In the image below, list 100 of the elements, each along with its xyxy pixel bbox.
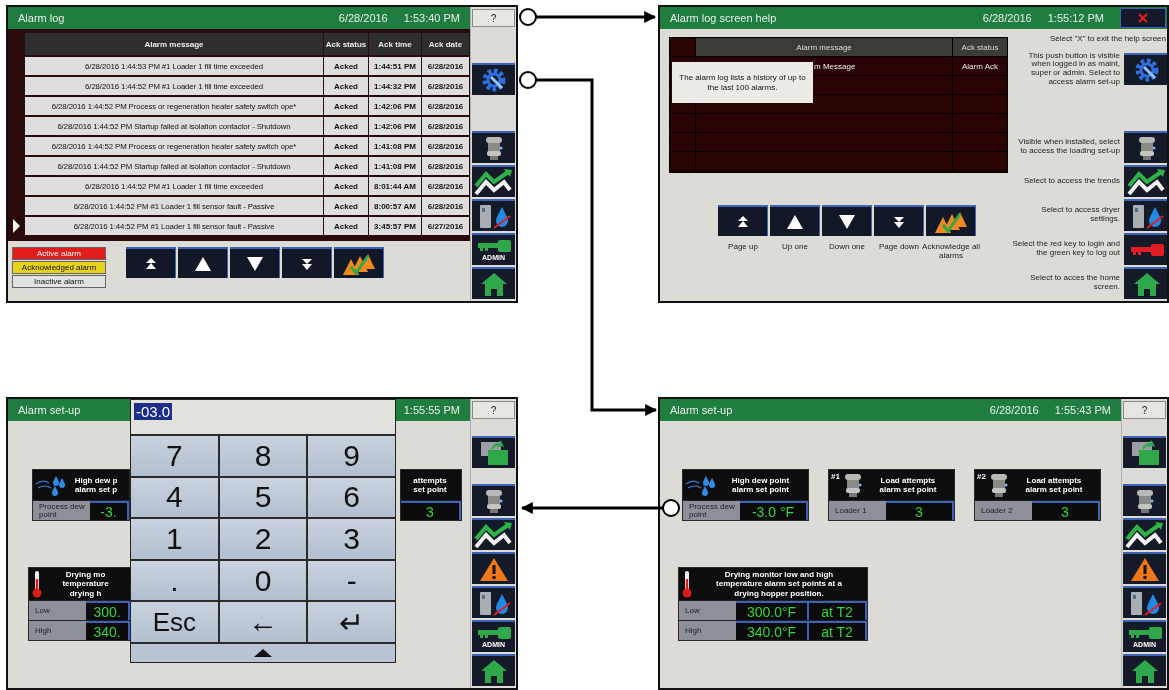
trend-arrows-icon <box>473 521 514 549</box>
keypad-key[interactable]: Esc <box>131 602 218 642</box>
trends-button[interactable] <box>1124 165 1167 197</box>
page-down-button[interactable] <box>282 247 332 278</box>
setpoint-value-field[interactable]: -3.0 °F <box>740 501 808 520</box>
keypad-key[interactable]: 1 <box>131 519 218 559</box>
position-field[interactable]: at T2 <box>809 601 867 620</box>
close-icon <box>1138 13 1148 23</box>
dryer-button[interactable] <box>472 586 515 618</box>
table-cell: 6/28/2016 <box>422 97 469 115</box>
settings-button[interactable] <box>472 63 515 95</box>
table-cell: 1:41:08 PM <box>369 137 421 155</box>
trends-button[interactable] <box>472 165 515 197</box>
setpoint-label: Low <box>679 601 736 620</box>
acknowledge-button[interactable] <box>334 247 384 278</box>
table-cell: Acked <box>324 197 368 215</box>
page-down-button[interactable] <box>874 205 924 236</box>
help-button[interactable]: ? <box>472 9 515 27</box>
home-button[interactable] <box>472 654 515 686</box>
dryer-button[interactable] <box>472 199 515 231</box>
wind-drops-icon <box>35 474 65 496</box>
keypad-key[interactable]: ↵ <box>308 602 395 642</box>
keypad-key[interactable]: 2 <box>219 519 307 559</box>
thermometer-icon <box>681 570 693 598</box>
page-up-button[interactable] <box>126 247 176 278</box>
dryer-button[interactable] <box>1124 199 1167 231</box>
table-cell: Acked <box>324 217 368 235</box>
keypad-key[interactable]: ← <box>219 602 307 642</box>
home-button[interactable] <box>1123 654 1166 686</box>
trends-button[interactable] <box>1123 518 1166 550</box>
double-down-arrow-icon <box>301 257 312 270</box>
settings-icon <box>480 67 507 93</box>
card-title: Drying monitor low and high temperature alarm set points at a drying hopper position. <box>715 570 843 598</box>
card-title: High dew point alarm set point <box>730 475 791 495</box>
date-text: 6/28/2016 <box>982 12 1032 24</box>
keypad-key[interactable]: 9 <box>308 436 395 476</box>
screen-switch-button[interactable] <box>472 435 515 468</box>
table-cell: 1:42:06 PM <box>369 97 421 115</box>
callout-dot <box>519 71 537 89</box>
trend-arrows-icon <box>1127 168 1167 196</box>
double-down-arrow-icon <box>893 215 904 228</box>
up-arrow-icon <box>786 214 803 229</box>
thermometer-icon <box>31 570 43 598</box>
alarm-button[interactable] <box>1123 552 1166 584</box>
button-caption: Acknowledge all alarms <box>921 243 981 261</box>
table-cell: 8:00:57 AM <box>369 197 421 215</box>
setpoint-value-field[interactable]: 340. <box>86 621 130 640</box>
alarm-button[interactable] <box>472 552 515 584</box>
settings-button[interactable] <box>1124 53 1167 86</box>
home-button[interactable] <box>472 267 515 299</box>
keypad-field[interactable]: -03.0 <box>131 400 395 434</box>
table-cell: 6/28/2016 <box>422 177 469 195</box>
trends-button[interactable] <box>472 518 515 550</box>
table-cell: Acked <box>324 117 368 135</box>
login-key-button[interactable] <box>1124 233 1167 265</box>
help-text: Select the red key to login and the green key to log out <box>1012 240 1120 258</box>
position-field[interactable]: at T2 <box>809 621 867 640</box>
up-triangle-icon <box>254 649 272 657</box>
keypad-key[interactable]: 8 <box>219 436 307 476</box>
setpoint-value-field[interactable]: 3 <box>401 501 461 520</box>
home-icon <box>479 658 508 684</box>
column-header: Ack status <box>324 33 368 55</box>
keypad-key[interactable]: . <box>131 560 218 601</box>
close-button[interactable] <box>1120 8 1166 28</box>
key-icon <box>1129 243 1165 257</box>
keypad-key[interactable]: 6 <box>308 477 395 518</box>
keypad-key[interactable]: 0 <box>219 560 307 601</box>
up-one-button[interactable] <box>178 247 228 278</box>
setpoint-value-field[interactable]: 3 <box>886 501 954 520</box>
keypad-key[interactable]: 4 <box>131 477 218 518</box>
keypad-key[interactable]: 7 <box>131 436 218 476</box>
setpoint-value-field[interactable]: -3. <box>90 501 129 520</box>
setpoint-value-field[interactable]: 3 <box>1032 501 1100 520</box>
loader-button[interactable] <box>472 484 515 516</box>
help-button[interactable]: ? <box>1123 401 1166 419</box>
loader-number: #1 <box>831 472 840 481</box>
acknowledge-button[interactable] <box>926 205 976 236</box>
home-button[interactable] <box>1124 267 1167 299</box>
dryer-button[interactable] <box>1123 586 1166 618</box>
column-header: Ack status <box>952 38 1007 56</box>
time-text: 1:55:43 PM <box>1054 404 1111 416</box>
loader-button[interactable] <box>1123 484 1166 516</box>
setpoint-value-field[interactable]: 300.0°F <box>736 601 809 620</box>
up-one-button[interactable] <box>770 205 820 236</box>
setpoint-value-field[interactable]: 300. <box>86 601 130 620</box>
table-cell: 6/28/2016 <box>422 77 469 95</box>
setpoint-value-field[interactable]: 340.0°F <box>736 621 809 640</box>
loader-button[interactable] <box>1124 131 1167 163</box>
trend-arrows-icon <box>473 168 514 196</box>
help-button[interactable]: ? <box>472 401 515 419</box>
screen-switch-button[interactable] <box>1123 435 1166 468</box>
legend-item: Inactive alarm <box>12 275 106 288</box>
down-one-button[interactable] <box>822 205 872 236</box>
loader-button[interactable] <box>472 131 515 163</box>
keypad-key[interactable]: 5 <box>219 477 307 518</box>
keypad-key[interactable]: 3 <box>308 519 395 559</box>
down-one-button[interactable] <box>230 247 280 278</box>
keypad-key[interactable]: - <box>308 560 395 601</box>
table-cell: 1:42:06 PM <box>369 117 421 135</box>
page-up-button[interactable] <box>718 205 768 236</box>
